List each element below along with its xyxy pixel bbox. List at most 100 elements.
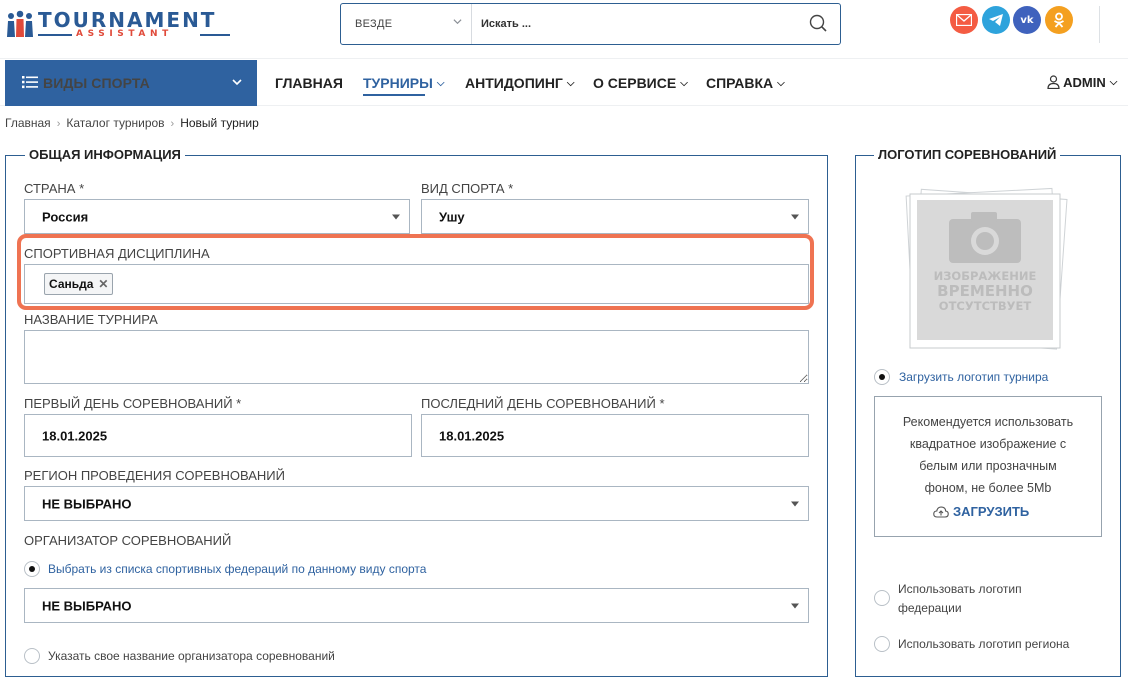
required-mark: *	[79, 181, 85, 196]
breadcrumb-home[interactable]: Главная	[5, 116, 51, 130]
nav-antidoping-label: АНТИДОПИНГ	[465, 75, 563, 91]
discipline-multiselect[interactable]: Саньда ✕	[24, 264, 809, 304]
nav-home[interactable]: ГЛАВНАЯ	[275, 75, 343, 91]
placeholder-line-2: ВРЕМЕННО	[937, 282, 1033, 300]
chevron-down-icon: ⌵	[680, 78, 688, 89]
tournament-name-label: НАЗВАНИЕ ТУРНИРА	[24, 312, 158, 327]
upload-button[interactable]: ЗАГРУЗИТЬ	[933, 504, 1029, 519]
logo-rule-left	[38, 34, 72, 36]
caret-down-icon	[791, 214, 799, 219]
upload-logo-radio[interactable]	[874, 369, 890, 385]
logo-subtitle: ASSISTANT	[76, 29, 173, 39]
last-day-label: ПОСЛЕДНИЙ ДЕНЬ СОРЕВНОВАНИЙ *	[421, 396, 665, 411]
caret-down-icon	[791, 501, 799, 506]
nav-help[interactable]: СПРАВКА ⌵	[706, 75, 785, 91]
user-menu[interactable]: ADMIN ⌵	[1047, 75, 1117, 90]
nav-about[interactable]: О СЕРВИСЕ ⌵	[593, 75, 688, 91]
required-mark: *	[236, 396, 242, 411]
caret-down-icon	[791, 603, 799, 608]
search-icon	[809, 14, 827, 32]
recommend-line-3: белым или прозначным	[919, 459, 1057, 473]
country-label-text: СТРАНА	[24, 181, 76, 196]
recommend-line-4: фоном, не более 5Mb	[924, 481, 1052, 495]
country-value: Россия	[42, 209, 89, 224]
mail-icon[interactable]	[950, 6, 978, 34]
logo-people-icon	[7, 10, 33, 37]
last-day-input[interactable]: 18.01.2025	[421, 414, 809, 457]
discipline-tag-label: Саньда	[49, 277, 94, 291]
chevron-down-icon: ⌵	[566, 78, 575, 89]
nav-antidoping[interactable]: АНТИДОПИНГ ⌵	[465, 75, 574, 91]
chevron-right-icon: ›	[56, 118, 61, 130]
sports-menu-button[interactable]: ВИДЫ СПОРТА	[5, 60, 257, 106]
nav-home-label: ГЛАВНАЯ	[275, 75, 343, 91]
discipline-label: СПОРТИВНАЯ ДИСЦИПЛИНА	[24, 246, 210, 261]
upload-button-label: ЗАГРУЗИТЬ	[953, 504, 1030, 519]
odnoklassniki-icon[interactable]	[1045, 6, 1073, 34]
last-day-label-text: ПОСЛЕДНИЙ ДЕНЬ СОРЕВНОВАНИЙ	[421, 396, 656, 411]
sport-label-text: ВИД СПОРТА	[421, 181, 505, 196]
tournament-name-input[interactable]	[24, 330, 809, 384]
first-day-label: ПЕРВЫЙ ДЕНЬ СОРЕВНОВАНИЙ *	[24, 396, 241, 411]
chevron-right-icon: ›	[170, 118, 175, 130]
upload-recommendation: Рекомендуется использовать квадратное из…	[875, 411, 1101, 499]
organizer-custom-radio[interactable]	[24, 648, 40, 664]
first-day-input[interactable]: 18.01.2025	[24, 414, 412, 457]
organizer-federation-radio[interactable]	[24, 561, 40, 577]
nav-tournaments[interactable]: ТУРНИРЫ ⌵	[363, 75, 444, 96]
search-scope-label: ВЕЗДЕ	[355, 18, 393, 30]
logo-legend: ЛОГОТИП СОРЕВНОВАНИЙ	[874, 147, 1061, 162]
search-button[interactable]	[803, 10, 833, 38]
recommend-line-1: Рекомендуется использовать	[902, 415, 1074, 429]
telegram-icon[interactable]	[982, 6, 1010, 34]
vk-icon[interactable]: vk	[1013, 6, 1041, 34]
sport-value: Ушу	[439, 209, 465, 224]
organizer-federation-label[interactable]: Выбрать из списка спортивных федераций п…	[48, 562, 426, 576]
organizer-select[interactable]: НЕ ВЫБРАНО	[24, 588, 809, 623]
country-select[interactable]: Россия	[24, 199, 410, 234]
organizer-label: ОРГАНИЗАТОР СОРЕВНОВАНИЙ	[24, 533, 232, 548]
nav-tournaments-label: ТУРНИРЫ	[363, 75, 433, 91]
logo-rule-right	[200, 34, 230, 36]
required-mark: *	[659, 396, 665, 411]
federation-logo-label[interactable]: Использовать логотип федерации	[898, 580, 1022, 618]
sports-menu-label: ВИДЫ СПОРТА	[43, 75, 150, 91]
organizer-custom-label[interactable]: Указать свое название организатора сорев…	[48, 649, 335, 663]
top-header: TOURNAMENT ASSISTANT ВЕЗДЕ vk	[0, 0, 1128, 58]
recommend-line-2: квадратное изображение с	[909, 437, 1067, 451]
search-input[interactable]	[473, 4, 803, 44]
user-name: ADMIN	[1063, 75, 1106, 90]
active-underline	[363, 94, 425, 96]
general-info-legend: ОБЩАЯ ИНФОРМАЦИЯ	[25, 147, 185, 162]
organizer-value: НЕ ВЫБРАНО	[42, 598, 132, 613]
region-value: НЕ ВЫБРАНО	[42, 496, 132, 511]
placeholder-line-3: ОТСУТСТВУЕТ	[938, 299, 1032, 313]
federation-logo-line-2: федерации	[898, 601, 962, 615]
search-scope-select[interactable]: ВЕЗДЕ	[341, 4, 472, 44]
required-mark: *	[508, 181, 514, 196]
chevron-down-icon: ⌵	[777, 78, 785, 89]
placeholder-text: ИЗОБРАЖЕНИЕ ВРЕМЕННО ОТСУТСТВУЕТ	[917, 270, 1053, 313]
chevron-down-icon	[453, 19, 462, 25]
site-logo[interactable]: TOURNAMENT ASSISTANT	[6, 8, 234, 40]
main-nav: ВИДЫ СПОРТА ГЛАВНАЯ ТУРНИРЫ ⌵ АНТИДОПИНГ ⌵…	[0, 58, 1128, 106]
remove-tag-icon[interactable]: ✕	[98, 277, 108, 291]
image-placeholder	[905, 187, 1068, 350]
header-divider	[1099, 6, 1100, 43]
federation-logo-line-1: Использовать логотип	[898, 582, 1022, 596]
breadcrumb-catalog[interactable]: Каталог турниров	[66, 116, 164, 130]
country-label: СТРАНА *	[24, 181, 84, 196]
upload-dropzone: Рекомендуется использовать квадратное из…	[874, 396, 1102, 537]
sport-select[interactable]: Ушу	[421, 199, 809, 234]
breadcrumb-current: Новый турнир	[180, 116, 259, 130]
region-select[interactable]: НЕ ВЫБРАНО	[24, 486, 809, 521]
region-logo-label[interactable]: Использовать логотип региона	[898, 637, 1069, 651]
upload-logo-label[interactable]: Загрузить логотип турнира	[899, 370, 1048, 384]
first-day-label-text: ПЕРВЫЙ ДЕНЬ СОРЕВНОВАНИЙ	[24, 396, 233, 411]
breadcrumb: Главная › Каталог турниров › Новый турнир	[5, 116, 259, 130]
sport-label: ВИД СПОРТА *	[421, 181, 513, 196]
federation-logo-radio[interactable]	[874, 590, 890, 606]
chevron-down-icon	[232, 79, 242, 86]
region-logo-radio[interactable]	[874, 636, 890, 652]
cloud-upload-icon	[933, 506, 949, 518]
